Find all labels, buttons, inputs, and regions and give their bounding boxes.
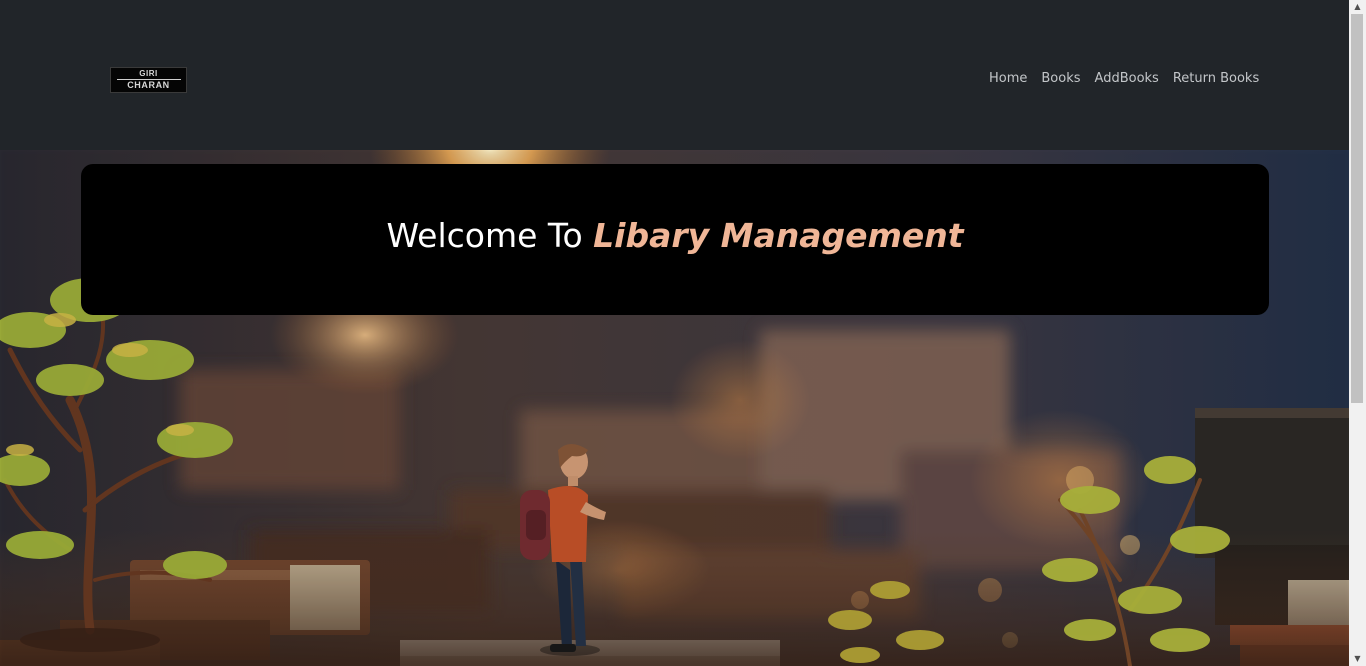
- welcome-banner: Welcome To Libary Management: [81, 164, 1269, 315]
- nav-link-addbooks[interactable]: AddBooks: [1095, 71, 1159, 86]
- brand-logo[interactable]: GIRI CHARAN: [110, 67, 187, 93]
- nav-link-books[interactable]: Books: [1041, 71, 1080, 86]
- nav-link-return-books[interactable]: Return Books: [1173, 71, 1259, 86]
- nav-link-home[interactable]: Home: [989, 71, 1027, 86]
- navbar: GIRI CHARAN Home Books AddBooks Return B…: [0, 0, 1349, 150]
- scrollbar-thumb[interactable]: [1351, 14, 1363, 403]
- logo-line-2: CHARAN: [127, 80, 170, 90]
- welcome-heading: Welcome To Libary Management: [386, 216, 963, 263]
- welcome-prefix: Welcome To: [386, 216, 594, 255]
- welcome-accent: Libary Management: [593, 216, 964, 255]
- logo-line-1: GIRI: [139, 69, 158, 78]
- scroll-up-arrow-icon[interactable]: ▲: [1349, 0, 1366, 14]
- vertical-scrollbar[interactable]: ▲ ▼: [1349, 0, 1366, 666]
- nav-links: Home Books AddBooks Return Books: [989, 71, 1259, 86]
- page: GIRI CHARAN Home Books AddBooks Return B…: [0, 0, 1349, 666]
- scroll-down-arrow-icon[interactable]: ▼: [1349, 652, 1366, 666]
